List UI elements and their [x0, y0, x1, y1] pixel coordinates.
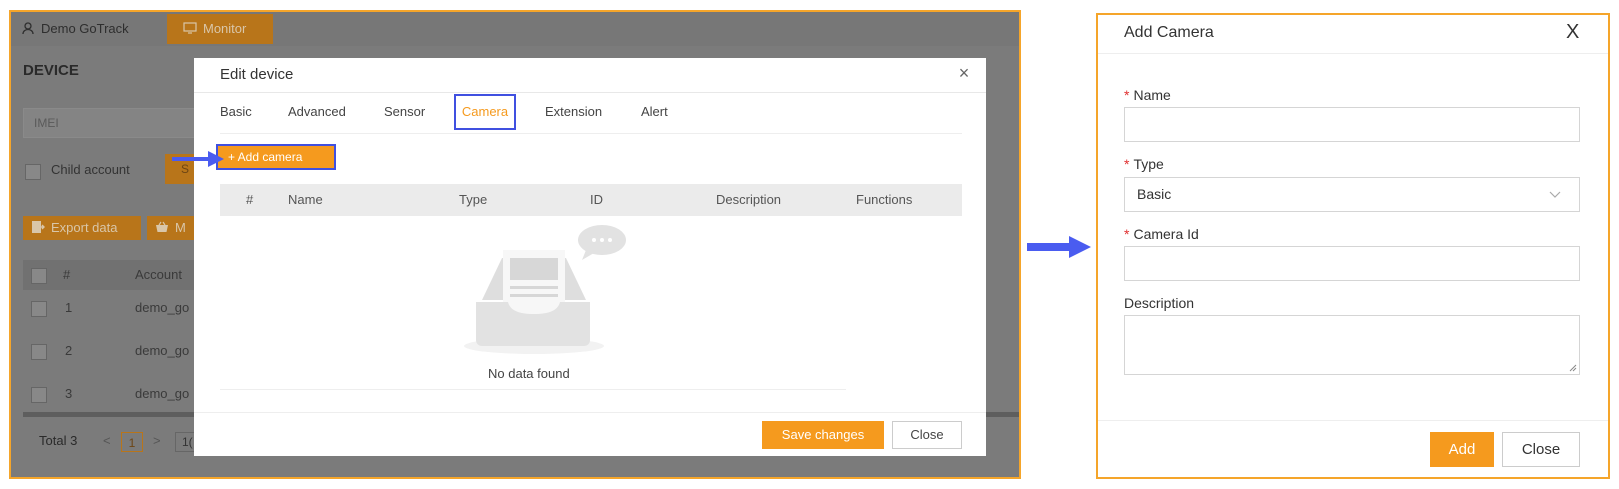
row-checkbox[interactable] [31, 344, 47, 360]
monitor-icon [183, 22, 197, 34]
tab-extension[interactable]: Extension [545, 104, 602, 119]
column-header: Type [459, 192, 488, 207]
divider [194, 92, 986, 93]
column-header: Account [135, 267, 182, 282]
column-header: ID [590, 192, 603, 207]
name-label: * Name [1124, 87, 1171, 103]
save-changes-button[interactable]: Save changes [762, 421, 884, 449]
row-checkbox[interactable] [31, 387, 47, 403]
monitor-tab[interactable]: Monitor [167, 14, 273, 44]
user-tab-label: Demo GoTrack [41, 21, 129, 36]
camera-table-header: # Name Type ID Description Functions [220, 184, 962, 216]
dialog-title: Edit device [220, 66, 294, 83]
edit-device-dialog: Edit device × Basic Advanced Sensor Came… [194, 58, 986, 456]
column-header: Functions [856, 192, 913, 207]
divider [220, 389, 846, 390]
dialog-title: Add Camera [1124, 24, 1214, 41]
add-camera-button[interactable]: + Add camera [216, 144, 336, 170]
divider [1098, 420, 1608, 421]
empty-state-text: No data found [488, 366, 570, 381]
arrow-right-icon [1027, 236, 1091, 258]
tabs-divider [220, 133, 962, 134]
imei-input[interactable]: IMEI [23, 108, 213, 138]
column-header: # [63, 267, 71, 282]
page-title: DEVICE [23, 62, 79, 79]
close-icon[interactable]: X [1566, 21, 1579, 44]
type-label-text: Type [1133, 156, 1164, 172]
export-data-label: Export data [51, 220, 118, 235]
camera-id-label-text: Camera Id [1133, 226, 1199, 242]
description-label: Description [1124, 295, 1195, 311]
empty-inbox-icon [464, 225, 626, 354]
required-mark: * [1124, 156, 1130, 172]
chevron-down-icon [1549, 191, 1561, 198]
close-icon[interactable]: × [954, 63, 974, 84]
row-number: 1 [65, 300, 73, 315]
description-textarea[interactable] [1124, 315, 1580, 375]
row-checkbox[interactable] [31, 301, 47, 317]
select-all-checkbox[interactable] [31, 268, 47, 284]
tab-sensor[interactable]: Sensor [384, 104, 425, 119]
prev-page-icon[interactable]: < [103, 433, 111, 448]
edit-device-screenshot: Demo GoTrack Monitor DEVICE IMEI Child a… [9, 10, 1021, 479]
more-label: M [175, 220, 186, 235]
type-selected-value: Basic [1137, 186, 1172, 202]
monitor-tab-label: Monitor [203, 21, 247, 36]
export-icon [32, 221, 45, 233]
cart-icon [156, 221, 168, 232]
row-account: demo_go [135, 300, 190, 315]
user-icon [22, 22, 34, 35]
child-account-checkbox[interactable] [25, 164, 41, 180]
add-button[interactable]: Add [1430, 432, 1494, 467]
divider [1098, 53, 1608, 54]
column-header: Name [288, 192, 323, 207]
row-account: demo_go [135, 386, 190, 401]
device-table-header: # Account [23, 260, 223, 290]
next-page-icon[interactable]: > [153, 433, 161, 448]
export-data-button[interactable]: Export data [23, 216, 141, 240]
required-mark: * [1124, 87, 1130, 103]
top-bar: Demo GoTrack Monitor [11, 12, 1019, 46]
name-input[interactable] [1124, 107, 1580, 142]
user-tab[interactable]: Demo GoTrack [21, 16, 129, 42]
row-account: demo_go [135, 343, 190, 358]
add-camera-label: + Add camera [228, 150, 303, 164]
required-mark: * [1124, 226, 1130, 242]
tab-camera[interactable]: Camera [454, 94, 516, 130]
add-camera-dialog: Add Camera X * Name * Type Basic * Camera I… [1096, 13, 1610, 479]
table-row[interactable]: 1 demo_go [23, 290, 223, 330]
table-row[interactable]: 3 demo_go [23, 376, 223, 416]
child-account-label: Child account [51, 162, 130, 177]
column-header: Description [716, 192, 782, 207]
resize-handle-icon[interactable] [1569, 364, 1577, 372]
name-label-text: Name [1133, 87, 1171, 103]
tab-alert[interactable]: Alert [641, 104, 668, 119]
close-button[interactable]: Close [1502, 432, 1580, 467]
tab-advanced[interactable]: Advanced [288, 104, 346, 119]
tab-basic[interactable]: Basic [220, 104, 252, 119]
total-count: Total 3 [39, 433, 78, 448]
close-button[interactable]: Close [892, 421, 962, 449]
type-select[interactable]: Basic [1124, 177, 1580, 212]
camera-id-input[interactable] [1124, 246, 1580, 281]
divider [194, 412, 986, 413]
type-label: * Type [1124, 156, 1164, 172]
camera-id-label: * Camera Id [1124, 226, 1199, 242]
arrow-right-icon [172, 151, 224, 167]
row-number: 3 [65, 386, 73, 401]
table-row[interactable]: 2 demo_go [23, 333, 223, 373]
row-number: 2 [65, 343, 73, 358]
column-header: # [246, 192, 254, 207]
current-page[interactable]: 1 [121, 432, 143, 452]
